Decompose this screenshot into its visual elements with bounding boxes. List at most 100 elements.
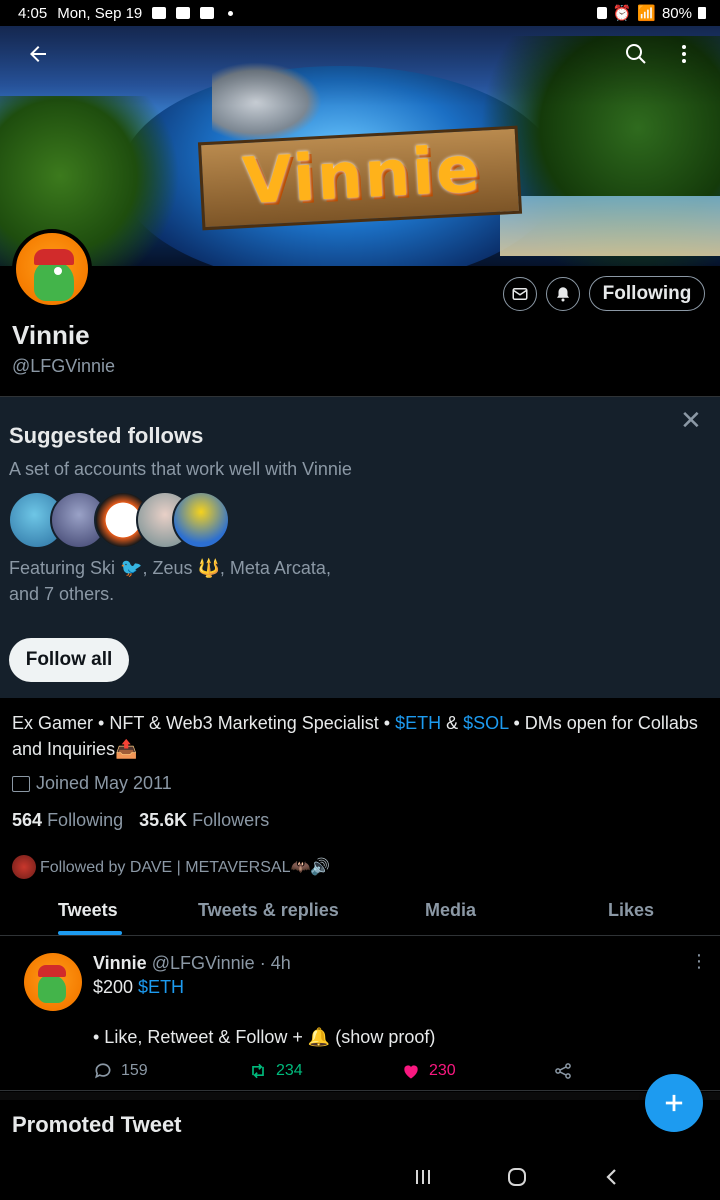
follow-all-button[interactable]: Follow all	[9, 638, 129, 682]
sol-cashtag-link[interactable]: $SOL	[463, 713, 508, 733]
following-button[interactable]: Following	[589, 276, 705, 311]
section-divider	[0, 1092, 720, 1100]
like-button[interactable]: 230	[401, 1061, 456, 1081]
tab-indicator	[58, 931, 122, 935]
profile-bio: Ex Gamer • NFT & Web3 Marketing Speciali…	[12, 710, 702, 762]
wifi-icon: 📶	[637, 5, 656, 22]
youtube-icon	[176, 7, 191, 19]
retweet-button[interactable]: 234	[248, 1061, 303, 1081]
eth-cashtag-link[interactable]: $ETH	[395, 713, 441, 733]
tab-tweets[interactable]: Tweets	[58, 900, 118, 921]
followed-by-text: Followed by DAVE | METAVERSAL🦇🔊	[40, 859, 331, 876]
featuring-line-2: and 7 others.	[9, 584, 115, 604]
like-count: 230	[429, 1062, 456, 1079]
followed-by[interactable]: Followed by DAVE | METAVERSAL🦇🔊	[12, 855, 330, 879]
compose-tweet-button[interactable]	[645, 1074, 703, 1132]
eth-cashtag-link[interactable]: $ETH	[138, 977, 184, 997]
follower-avatar	[12, 855, 36, 879]
tweet-text-line-2: • Like, Retweet & Follow + 🔔 (show proof…	[93, 1027, 436, 1047]
battery-percent: 80%	[661, 4, 692, 22]
tweet-header: Vinnie @LFGVinnie · 4h	[93, 953, 291, 974]
message-button[interactable]	[503, 277, 537, 311]
calendar-icon	[12, 775, 30, 792]
more-vertical-icon	[682, 45, 686, 63]
suggested-follows-card: ✕ Suggested follows A set of accounts th…	[0, 396, 720, 698]
system-nav-bar	[0, 1152, 720, 1200]
tweet-author-name[interactable]: Vinnie	[93, 953, 147, 973]
banner-shade	[0, 26, 720, 106]
tab-likes[interactable]: Likes	[608, 900, 654, 921]
avatar-cap	[38, 965, 66, 977]
profile-name: Vinnie	[12, 320, 90, 350]
recent-apps-icon	[416, 1170, 430, 1184]
search-icon	[626, 44, 646, 64]
more-notifications-icon	[228, 10, 234, 16]
battery-icon	[698, 7, 706, 19]
status-bar: 4:05 Mon, Sep 19 ⏰ 📶 80%	[0, 0, 720, 26]
followers-count: 35.6K	[139, 810, 188, 830]
search-button[interactable]	[618, 36, 654, 72]
followers-label: Followers	[192, 810, 270, 830]
profile-handle: @LFGVinnie	[12, 356, 115, 376]
home-button[interactable]	[497, 1162, 537, 1192]
reply-count: 159	[121, 1062, 148, 1079]
plus-icon	[665, 1094, 683, 1112]
profile-banner[interactable]: Vinnie	[0, 26, 720, 266]
joined-text: Joined May 2011	[36, 773, 172, 793]
suggested-title: Suggested follows	[9, 423, 204, 448]
bio-text: Ex Gamer • NFT & Web3 Marketing Speciali…	[12, 713, 396, 733]
more-options-button[interactable]	[666, 36, 702, 72]
joined-date: Joined May 2011	[12, 773, 172, 794]
mail-icon	[512, 288, 528, 300]
tweet-text-line-1: $200 $ETH	[93, 977, 184, 998]
share-icon	[555, 1063, 571, 1079]
tweet-actions: 159 234 230	[93, 1061, 593, 1085]
reply-icon	[95, 1063, 111, 1079]
retweet-icon	[252, 1063, 264, 1079]
tweet-avatar[interactable]	[24, 953, 82, 1011]
lock-icon	[596, 7, 607, 19]
avatar-eye	[54, 267, 62, 275]
featuring-line-1: Featuring Ski 🐦, Zeus 🔱, Meta Arcata,	[9, 558, 331, 578]
follow-counts: 564 Following 35.6K Followers	[12, 810, 269, 831]
back-button[interactable]	[20, 36, 56, 72]
notification-icon	[152, 7, 167, 19]
reply-button[interactable]: 159	[93, 1061, 148, 1081]
close-icon[interactable]: ✕	[680, 405, 702, 436]
following-count: 564	[12, 810, 43, 830]
following-count-link[interactable]: 564 Following	[12, 810, 123, 831]
banner-logo: Vinnie	[240, 132, 484, 220]
back-arrow-icon	[30, 46, 46, 62]
profile-tabs: Tweets Tweets & replies Media Likes	[0, 890, 720, 936]
avatar-dino	[38, 975, 66, 1003]
following-label: Following	[47, 810, 124, 830]
back-nav-button[interactable]	[592, 1162, 632, 1192]
tweet[interactable]: Vinnie @LFGVinnie · 4h ⋮ $200 $ETH • Lik…	[0, 937, 720, 1091]
followers-count-link[interactable]: 35.6K Followers	[139, 810, 269, 831]
recent-apps-button[interactable]	[403, 1162, 443, 1192]
avatar-cap	[34, 249, 74, 265]
alarm-icon: ⏰	[612, 5, 632, 22]
bell-check-icon	[557, 287, 569, 302]
status-time: 4:05	[18, 4, 48, 22]
banner-beach	[500, 196, 720, 256]
tweet-text: $200	[93, 977, 139, 997]
bio-text: &	[441, 713, 464, 733]
profile-avatar[interactable]	[12, 229, 92, 309]
retweet-count: 234	[276, 1062, 303, 1079]
status-date: Mon, Sep 19	[57, 4, 143, 22]
tab-tweets-replies[interactable]: Tweets & replies	[198, 900, 339, 921]
notifications-button[interactable]	[546, 277, 580, 311]
chevron-left-icon	[606, 1169, 616, 1185]
avatar-dino	[34, 261, 74, 301]
suggested-avatar[interactable]	[172, 491, 230, 549]
promoted-tweet-heading: Promoted Tweet	[12, 1112, 182, 1137]
heart-icon	[404, 1065, 418, 1079]
tab-media[interactable]: Media	[425, 900, 476, 921]
share-button[interactable]	[553, 1061, 573, 1081]
featuring-text: Featuring Ski 🐦, Zeus 🔱, Meta Arcata, an…	[9, 555, 429, 607]
tweet-handle-time: @LFGVinnie · 4h	[151, 953, 291, 973]
home-icon	[508, 1168, 526, 1186]
tweet-more-icon[interactable]: ⋮	[690, 951, 708, 972]
youtube-icon-2	[200, 7, 215, 19]
